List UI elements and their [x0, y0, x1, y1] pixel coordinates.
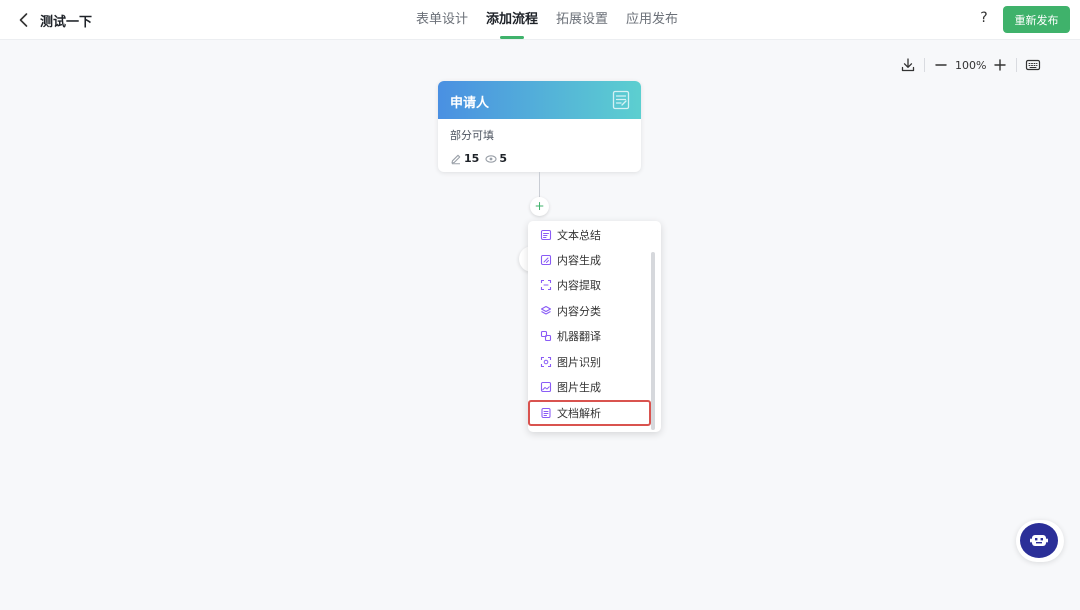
menu-item-label: 内容分类 [557, 305, 601, 318]
content-extract-icon [540, 279, 552, 291]
robot-icon [1030, 534, 1048, 546]
zoom-out-icon[interactable] [931, 55, 951, 75]
menu-item-document-parse[interactable]: 文档解析 [528, 400, 651, 426]
canvas-toolbar: 100% [898, 54, 1043, 76]
tab-form-design[interactable]: 表单设计 [408, 0, 476, 40]
tab-extension-settings[interactable]: 拓展设置 [548, 0, 616, 40]
zoom-in-icon[interactable] [990, 55, 1010, 75]
menu-item-label: 文本总结 [557, 229, 601, 242]
edit-icon [451, 154, 461, 164]
image-scan-icon [540, 356, 552, 368]
flow-connector-line [539, 172, 540, 198]
layers-icon [540, 305, 552, 315]
menu-item-label: 文档解析 [557, 407, 601, 420]
toolbar-divider [924, 58, 925, 72]
form-icon [612, 90, 630, 110]
menu-item-content-extract[interactable]: 内容提取 [532, 273, 650, 297]
menu-item-text-summary[interactable]: 文本总结 [532, 223, 650, 247]
menu-item-label: 图片生成 [557, 381, 601, 394]
toolbar-divider [1016, 58, 1018, 72]
node-header: 申请人 [438, 81, 641, 119]
translate-icon [540, 330, 552, 342]
tab-app-publish[interactable]: 应用发布 [618, 0, 686, 40]
keyboard-icon[interactable] [1023, 55, 1043, 75]
node-stats: 15 5 [450, 152, 629, 165]
text-summary-icon [540, 229, 552, 241]
add-node-button[interactable]: + [530, 197, 549, 216]
menu-item-label: 内容提取 [557, 279, 601, 292]
image-generate-icon [540, 381, 552, 393]
menu-item-content-classify[interactable]: 内容分类 [532, 299, 650, 323]
republish-button[interactable]: 重新发布 [1003, 6, 1070, 33]
node-subtitle: 部分可填 [450, 129, 494, 142]
menu-item-content-generate[interactable]: 内容生成 [532, 248, 650, 272]
app-title: 测试一下 [40, 15, 93, 30]
document-parse-icon [541, 407, 551, 419]
main-tabs: 表单设计 添加流程 拓展设置 应用发布 [408, 0, 688, 40]
zoom-level: 100% [955, 58, 987, 72]
applicant-node[interactable]: 申请人 部分可填 15 5 [438, 81, 641, 172]
download-icon[interactable] [898, 55, 918, 75]
eye-icon [485, 154, 497, 163]
menu-scrollbar[interactable] [651, 252, 655, 430]
top-bar: 测试一下 表单设计 添加流程 拓展设置 应用发布 ? 重新发布 [0, 0, 1080, 40]
menu-item-label: 图片识别 [557, 356, 601, 369]
edit-count: 15 [464, 152, 480, 165]
menu-item-image-recognition[interactable]: 图片识别 [532, 350, 650, 374]
node-title: 申请人 [450, 96, 490, 111]
menu-item-label: 机器翻译 [557, 330, 601, 343]
add-node-menu: 文本总结 内容生成 内容提取 内容分类 机器翻译 图片识别 图片生成 文档解析 [528, 221, 661, 432]
menu-item-machine-translate[interactable]: 机器翻译 [532, 324, 650, 348]
menu-item-image-generate[interactable]: 图片生成 [532, 375, 650, 399]
node-body: 部分可填 15 5 [438, 119, 641, 172]
assistant-button[interactable] [1020, 523, 1058, 558]
content-generate-icon [540, 254, 552, 266]
view-count: 5 [499, 152, 507, 165]
back-arrow-icon[interactable] [14, 10, 34, 30]
menu-item-label: 内容生成 [557, 254, 601, 267]
help-button[interactable]: ? [975, 10, 993, 30]
tab-add-process[interactable]: 添加流程 [478, 0, 546, 40]
